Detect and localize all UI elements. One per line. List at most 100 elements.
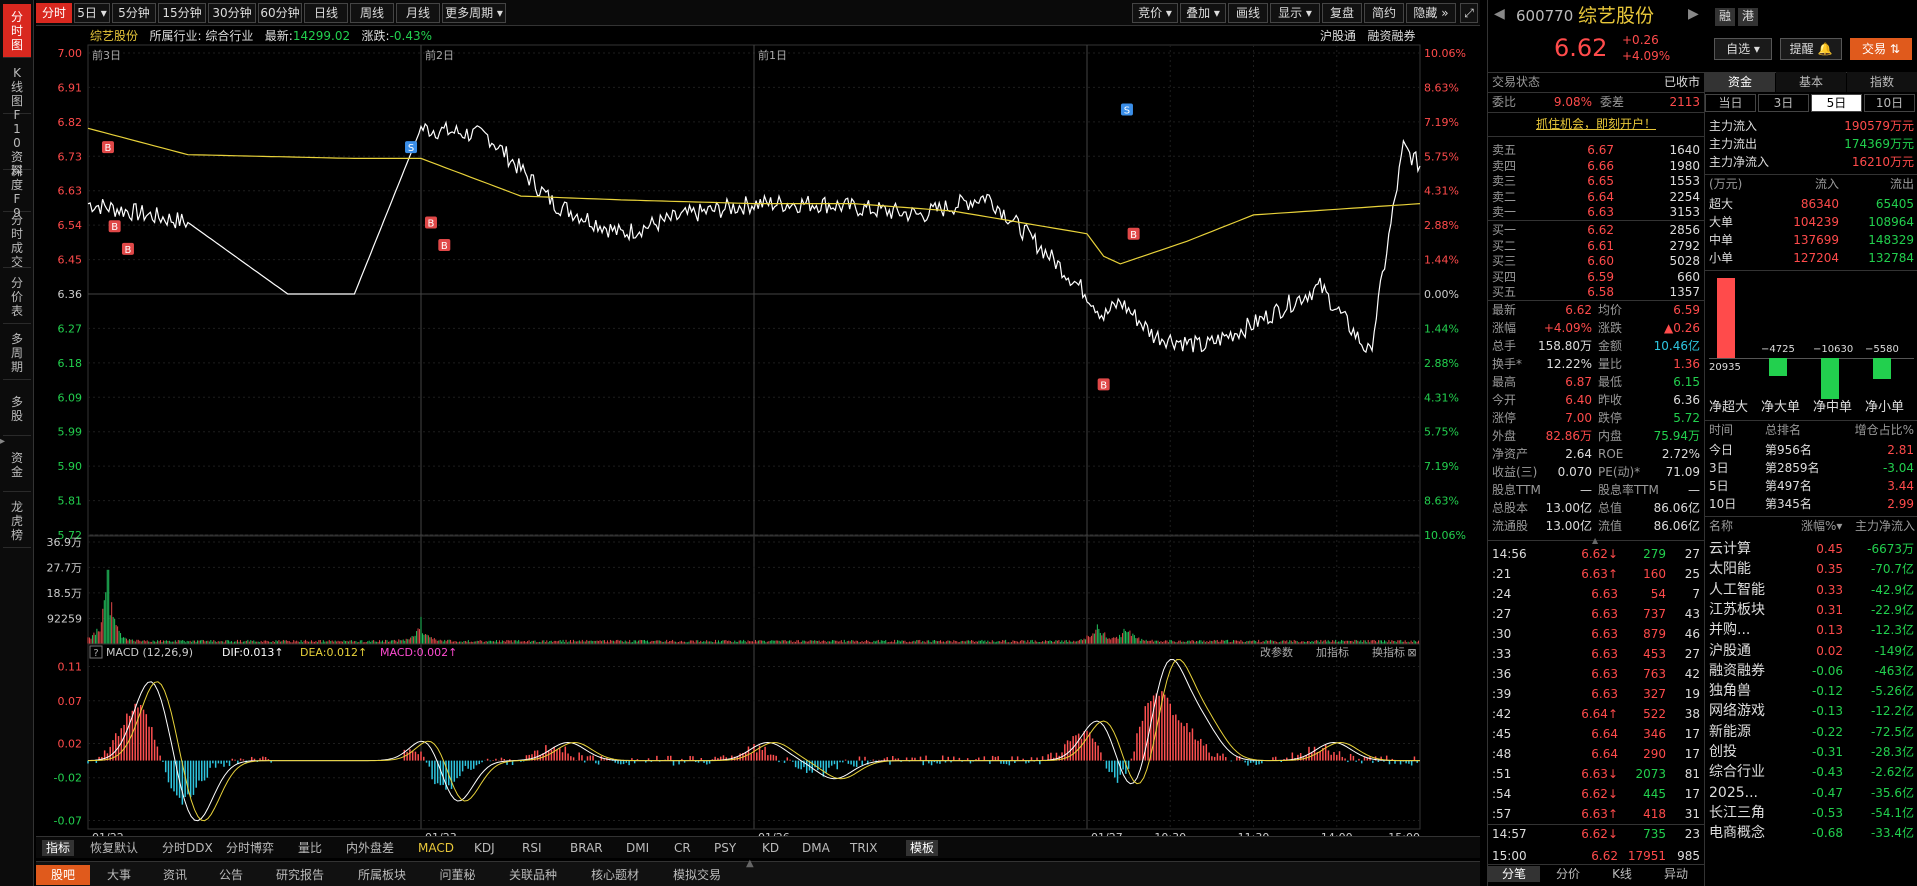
bottom-tab-8[interactable]: 核心题材: [575, 865, 655, 885]
collapse-up-icon[interactable]: ▲: [746, 858, 754, 869]
period-tab-2[interactable]: 5分钟: [112, 3, 156, 23]
sidebar-item-6[interactable]: 多周期: [3, 326, 31, 380]
indicator-tab-6[interactable]: MACD: [418, 840, 454, 856]
hsgt-link[interactable]: 沪股通: [1320, 29, 1356, 43]
sector-name[interactable]: 江苏板块: [1709, 601, 1765, 619]
period-tab-1[interactable]: 5日 ▾: [74, 3, 110, 23]
period-tab-4[interactable]: 30分钟: [208, 3, 256, 23]
close-icon[interactable]: ⊠: [1407, 646, 1416, 659]
macd-button-2[interactable]: 换指标: [1372, 645, 1405, 659]
fund-tab-1[interactable]: 基本: [1776, 72, 1846, 92]
tool-button-6[interactable]: 隐藏 »: [1406, 3, 1456, 23]
period-tab-0[interactable]: 分时: [36, 3, 72, 23]
indicator-tab-2[interactable]: 分时DDX: [162, 840, 213, 856]
tool-button-3[interactable]: 显示 ▾: [1270, 3, 1320, 23]
promo-link[interactable]: 抓住机会，即刻开户！: [1488, 116, 1704, 132]
sidebar-item-3[interactable]: 深度F9: [3, 164, 31, 220]
sidebar-item-8[interactable]: 资金: [3, 438, 31, 492]
bottom-tab-6[interactable]: 问董秘: [424, 865, 491, 885]
sector-name[interactable]: 创投: [1709, 743, 1737, 761]
sidebar-item-5[interactable]: 分价表: [3, 270, 31, 324]
sector-name[interactable]: 融资融券: [1709, 662, 1765, 680]
sector-name[interactable]: 独角兽: [1709, 682, 1751, 700]
sector-name[interactable]: 网络游戏: [1709, 702, 1765, 720]
macd-button-0[interactable]: 改参数: [1260, 645, 1293, 659]
sector-name[interactable]: 云计算: [1709, 540, 1751, 558]
fullscreen-icon[interactable]: ⤢: [1460, 3, 1478, 23]
indicator-tab-11[interactable]: CR: [674, 840, 691, 856]
indicator-tab-15[interactable]: TRIX: [850, 840, 877, 856]
sector-name[interactable]: 新能源: [1709, 723, 1751, 741]
period-tab-8[interactable]: 月线: [396, 3, 440, 23]
period-tab-9[interactable]: 更多周期 ▾: [442, 3, 506, 23]
bottom-tab-9[interactable]: 模拟交易: [657, 865, 737, 885]
sector-name[interactable]: 太阳能: [1709, 560, 1751, 578]
ticks-tab-0[interactable]: 分笔: [1488, 866, 1540, 882]
macd-button-1[interactable]: 加指标: [1316, 645, 1349, 659]
tool-button-1[interactable]: 叠加 ▾: [1180, 3, 1226, 23]
tool-button-0[interactable]: 竞价 ▾: [1132, 3, 1178, 23]
indicator-tab-8[interactable]: RSI: [522, 840, 542, 856]
sidebar-item-2[interactable]: F10资料: [3, 108, 31, 178]
ticks-tab-2[interactable]: K线: [1596, 866, 1648, 882]
sector-name[interactable]: 2025...: [1709, 784, 1758, 802]
indicator-tab-13[interactable]: KD: [762, 840, 779, 856]
bottom-tab-1[interactable]: 大事: [92, 865, 146, 885]
period-tab-5[interactable]: 60分钟: [258, 3, 302, 23]
sector-flow: -28.3亿: [1870, 745, 1914, 759]
bottom-tab-3[interactable]: 公告: [204, 865, 258, 885]
tool-button-5[interactable]: 简约: [1364, 3, 1404, 23]
alert-button[interactable]: 提醒 🔔: [1780, 38, 1842, 60]
sidebar-item-9[interactable]: 龙虎榜: [3, 494, 31, 548]
fund-period-tab-1[interactable]: 3日: [1758, 94, 1809, 112]
indicator-tab-9[interactable]: BRAR: [570, 840, 603, 856]
period-tab-6[interactable]: 日线: [304, 3, 348, 23]
fund-period-tab-2[interactable]: 5日: [1811, 94, 1862, 112]
collapse-arrow-icon[interactable]: ▸: [0, 436, 6, 456]
forward-arrow-icon[interactable]: ▶: [1688, 6, 1699, 22]
indicator-tab-7[interactable]: KDJ: [474, 840, 495, 856]
indicator-tab-0[interactable]: 指标: [42, 840, 75, 856]
ticks-tab-1[interactable]: 分价: [1542, 866, 1594, 882]
sidebar-item-1[interactable]: K线图: [3, 60, 31, 114]
sidebar-item-7[interactable]: 多股: [3, 382, 31, 436]
fund-period-tab-0[interactable]: 当日: [1705, 94, 1756, 112]
fund-period-tab-3[interactable]: 10日: [1864, 94, 1915, 112]
sector-name[interactable]: 人工智能: [1709, 581, 1765, 599]
collapse-up-icon[interactable]: ▲: [1592, 536, 1598, 545]
indicator-tab-1[interactable]: 恢复默认: [90, 840, 138, 856]
margin-link[interactable]: 融资融券: [1367, 29, 1415, 43]
sector-name[interactable]: 综合行业: [1709, 763, 1765, 781]
period-tab-3[interactable]: 15分钟: [158, 3, 206, 23]
sector-name[interactable]: 长江三角: [1709, 804, 1765, 822]
sidebar-item-0[interactable]: 分时图: [3, 4, 31, 58]
indicator-tab-16[interactable]: 模板: [906, 840, 939, 856]
indicator-tab-12[interactable]: PSY: [714, 840, 736, 856]
bottom-tab-5[interactable]: 所属板块: [342, 865, 422, 885]
sector-name[interactable]: 沪股通: [1709, 642, 1751, 660]
indicator-tab-3[interactable]: 分时博弈: [226, 840, 274, 856]
bottom-tab-7[interactable]: 关联品种: [493, 865, 573, 885]
sector-name[interactable]: 并购...: [1709, 621, 1750, 639]
tool-button-2[interactable]: 画线: [1228, 3, 1268, 23]
sector-name[interactable]: 电商概念: [1709, 824, 1765, 842]
watchlist-button[interactable]: 自选 ▾: [1714, 38, 1772, 60]
indicator-tab-4[interactable]: 量比: [298, 840, 322, 856]
indicator-tab-5[interactable]: 内外盘差: [346, 840, 394, 856]
fund-tab-0[interactable]: 资金: [1705, 72, 1775, 92]
margin-tag[interactable]: 融: [1715, 8, 1735, 26]
bottom-tab-4[interactable]: 研究报告: [260, 865, 340, 885]
bottom-tab-0[interactable]: 股吧: [36, 865, 90, 885]
trade-button[interactable]: 交易 ⇅: [1850, 38, 1912, 60]
fund-tab-2[interactable]: 指数: [1847, 72, 1917, 92]
tool-button-4[interactable]: 复盘: [1322, 3, 1362, 23]
bottom-tab-2[interactable]: 资讯: [148, 865, 202, 885]
sidebar-item-4[interactable]: 分时成交: [3, 213, 31, 269]
indicator-tab-10[interactable]: DMI: [626, 840, 649, 856]
hk-tag[interactable]: 港: [1738, 8, 1758, 26]
ticks-tab-3[interactable]: 异动: [1650, 866, 1702, 882]
back-arrow-icon[interactable]: ◀: [1494, 6, 1505, 22]
indicator-tab-14[interactable]: DMA: [802, 840, 830, 856]
period-tab-7[interactable]: 周线: [350, 3, 394, 23]
chart-area[interactable]: 7.00 10.06% 6.91 8.63% 6.82 7.19% 6.73 5.75% 6.6…: [34, 44, 1486, 836]
